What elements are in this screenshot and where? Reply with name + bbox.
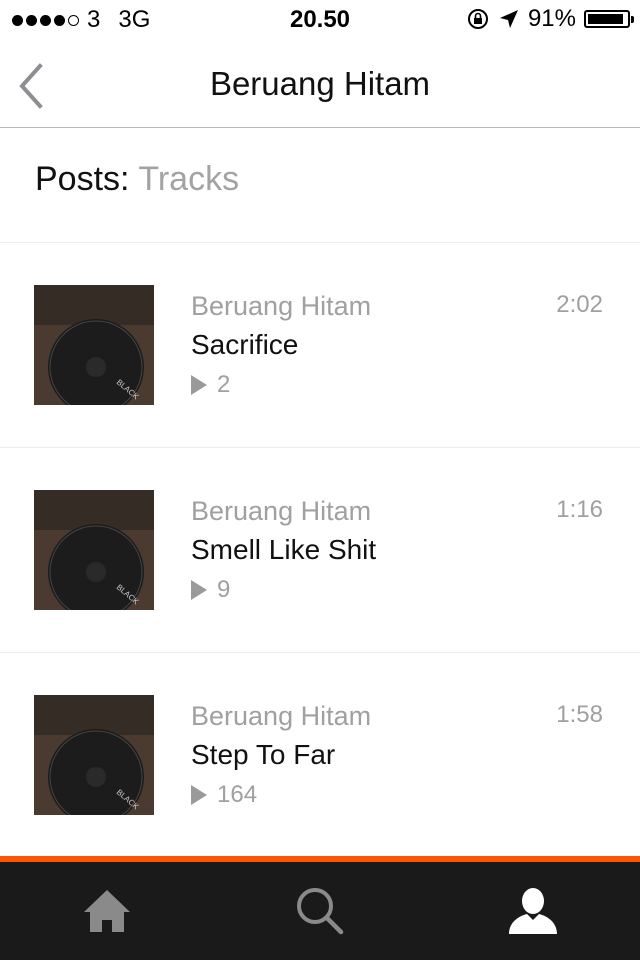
location-arrow-icon xyxy=(499,10,518,28)
track-artwork: BLACK xyxy=(34,695,154,815)
track-title: Smell Like Shit xyxy=(191,534,377,565)
track-item[interactable]: BLACK Beruang Hitam 1:16 Smell Like Shit… xyxy=(0,448,640,653)
user-icon xyxy=(508,888,557,934)
track-play-count: 9 xyxy=(191,576,230,604)
track-artist: Beruang Hitam xyxy=(191,701,372,731)
posts-filter-value[interactable]: Tracks xyxy=(138,160,239,198)
track-title: Step To Far xyxy=(191,739,336,770)
track-duration: 1:58 xyxy=(556,701,603,728)
posts-label: Posts: xyxy=(35,160,130,198)
battery-percent: 91% xyxy=(527,5,576,32)
track-item[interactable]: BLACK Beruang Hitam 2:02 Sacrifice 2 xyxy=(0,243,640,448)
play-icon xyxy=(191,375,207,395)
home-icon xyxy=(83,890,130,932)
track-item[interactable]: BLACK Beruang Hitam 1:58 Step To Far 164 xyxy=(0,653,640,858)
tab-search[interactable] xyxy=(213,862,426,960)
track-duration: 2:02 xyxy=(556,291,603,318)
search-icon xyxy=(296,888,343,935)
play-icon xyxy=(191,785,207,805)
posts-filter[interactable]: Posts: Tracks xyxy=(35,160,239,199)
status-bar: 3 3G 20.50 91% xyxy=(0,0,640,40)
battery-icon xyxy=(584,10,634,28)
battery-fill xyxy=(588,14,623,24)
play-count-value: 164 xyxy=(217,781,258,808)
track-title: Sacrifice xyxy=(191,329,299,360)
play-count-value: 2 xyxy=(217,371,231,398)
status-right: 91% xyxy=(466,5,634,33)
page-title: Beruang Hitam xyxy=(209,65,431,102)
play-count-value: 9 xyxy=(217,576,231,603)
tab-bar xyxy=(0,862,640,960)
track-artwork: BLACK xyxy=(34,285,154,405)
track-play-count: 164 xyxy=(191,781,257,809)
tab-home[interactable] xyxy=(0,862,213,960)
track-artist: Beruang Hitam xyxy=(191,291,372,321)
navigation-bar: Beruang Hitam xyxy=(0,40,640,128)
tab-profile[interactable] xyxy=(426,862,639,960)
track-duration: 1:16 xyxy=(556,496,603,523)
track-play-count: 2 xyxy=(191,371,230,399)
play-icon xyxy=(191,580,207,600)
rotation-lock-icon xyxy=(467,9,488,29)
track-artist: Beruang Hitam xyxy=(191,496,372,526)
track-artwork: BLACK xyxy=(34,490,154,610)
